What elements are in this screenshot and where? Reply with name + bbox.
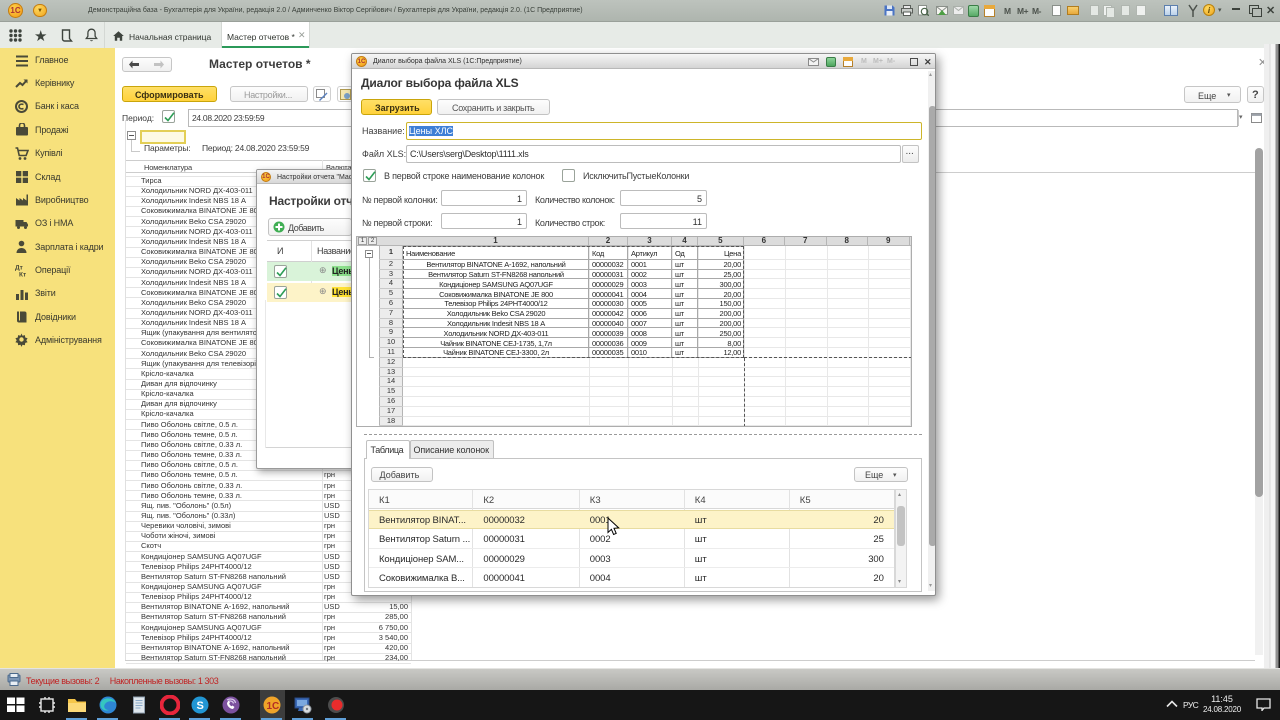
- svg-text:1C: 1C: [267, 701, 280, 712]
- svg-text:Кт: Кт: [19, 272, 26, 278]
- svg-text:S: S: [197, 700, 204, 712]
- svg-text:Дт: Дт: [15, 265, 23, 272]
